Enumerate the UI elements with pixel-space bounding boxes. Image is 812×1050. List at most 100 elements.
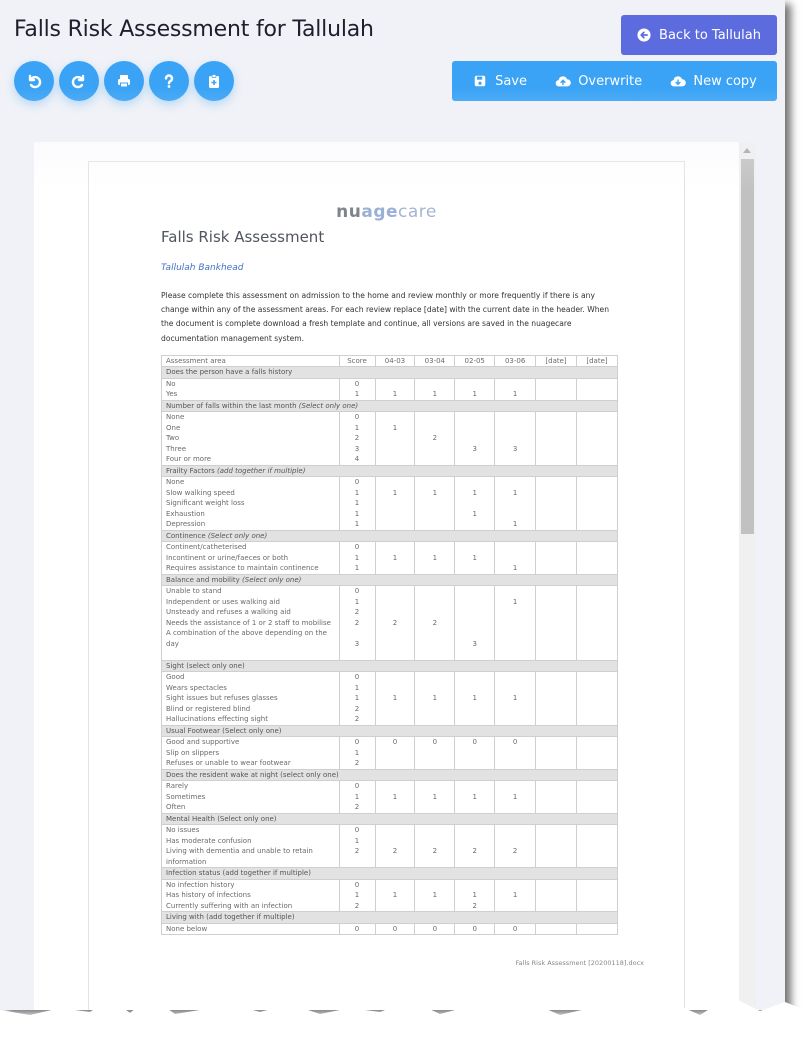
option-score: 2 [354,434,360,442]
review-column-cell[interactable]: 1 [374,411,416,466]
new-copy-button[interactable]: New copy [670,74,757,89]
review-score [419,714,450,725]
redo-button[interactable] [59,61,99,101]
review-column-cell[interactable]: 1 [454,780,496,814]
review-score: 1 [512,597,518,606]
review-column-cell[interactable] [535,411,577,466]
save-button[interactable]: Save [472,74,527,89]
review-column-cell[interactable]: 1 1 [494,476,537,531]
section-body-row: None One Two Three Four or more 0 1 2 3 4 1 2 3 3 [161,411,618,466]
review-column-cell[interactable]: 2 [414,411,456,466]
review-column-cell[interactable]: 0 [454,923,496,935]
review-column-cell[interactable]: 1 [414,541,456,575]
review-score [540,737,572,748]
logo-part-age: age [361,202,399,222]
undo-button[interactable] [14,61,54,101]
review-column-cell[interactable]: 1 [494,671,537,726]
review-column-cell[interactable]: 3 [454,585,496,661]
review-column-cell[interactable] [535,824,577,868]
review-score [499,714,531,725]
review-column-cell[interactable]: 2 [494,824,537,868]
document-scrollbar[interactable] [739,142,756,1010]
review-column-cell[interactable]: 1 [374,476,416,531]
review-column-cell[interactable]: 1 1 [454,476,496,531]
review-column-cell[interactable] [576,378,618,401]
scroll-up-arrow-icon[interactable] [743,148,751,153]
help-button[interactable] [149,61,189,101]
section-title: Balance and mobility (Select only one) [161,573,618,586]
review-score: 1 [432,694,438,702]
review-column-cell[interactable]: 0 [494,923,537,935]
option-label: Slip on slippers [166,748,220,757]
review-column-cell[interactable] [576,824,618,868]
review-column-cell[interactable]: 1 [414,378,456,401]
review-column-cell[interactable]: 0 [454,736,496,770]
review-column-cell[interactable] [535,923,577,935]
review-column-cell[interactable]: 1 [374,879,416,912]
review-column-cell[interactable]: 1 [414,780,456,814]
review-column-cell[interactable]: 1 [454,541,496,575]
review-column-cell[interactable] [576,671,618,726]
review-column-cell[interactable] [535,879,577,912]
clipboard-add-button[interactable] [194,61,234,101]
review-column-cell[interactable]: 0 [414,736,456,770]
review-column-cell[interactable] [576,585,618,661]
review-column-cell[interactable]: 1 [454,671,496,726]
review-column-cell[interactable]: 1 [414,879,456,912]
review-column-cell[interactable] [535,671,577,726]
review-column-cell[interactable]: 1 [414,476,456,531]
review-column-cell[interactable]: 1 [374,541,416,575]
review-column-cell[interactable]: 2 [374,824,416,868]
review-column-cell[interactable]: 1 [414,671,456,726]
review-column-cell[interactable]: 2 [414,824,456,868]
review-score: 0 [392,738,398,746]
review-column-cell[interactable]: 1 [494,879,537,912]
review-column-cell[interactable]: 0 [494,736,537,770]
review-column-cell[interactable]: 1 [374,378,416,401]
review-score: 2 [472,847,477,855]
review-column-cell[interactable] [535,780,577,814]
option-label: A combination of the above depending on … [166,629,327,648]
review-column-cell[interactable] [576,476,618,531]
review-column-cell[interactable]: 1 [494,378,537,401]
print-button[interactable] [104,61,144,101]
review-score [540,781,572,792]
option-score: 1 [354,390,360,398]
review-column-cell[interactable]: 2 [374,585,416,661]
back-to-resident-button[interactable]: Back to Tallulah [621,15,777,55]
review-score: 1 [512,792,518,801]
review-column-cell[interactable]: 1 [374,671,416,726]
review-column-cell[interactable]: 2 [414,585,456,661]
instructions-paragraph: Please complete this assessment on admis… [161,291,610,343]
review-column-cell[interactable] [576,879,618,912]
review-column-cell[interactable] [535,736,577,770]
review-column-cell[interactable] [576,780,618,814]
review-score [380,748,411,759]
review-column-cell[interactable] [535,378,577,401]
review-column-cell[interactable] [576,923,618,935]
review-score [540,792,572,803]
review-column-cell[interactable]: 1 [374,780,416,814]
review-column-cell[interactable]: 0 [374,923,416,935]
review-column-cell[interactable]: 1 [494,585,537,661]
review-column-cell[interactable] [576,411,618,466]
review-score [499,639,531,660]
review-column-cell[interactable]: 1 [494,541,537,575]
review-column-cell[interactable] [535,585,577,661]
review-column-cell[interactable]: 2 [454,824,496,868]
review-column-cell[interactable]: 3 [454,411,496,466]
review-score [540,714,572,725]
review-column-cell[interactable] [576,541,618,575]
review-column-cell[interactable]: 0 [374,736,416,770]
review-column-cell[interactable]: 1 [454,378,496,401]
review-column-cell[interactable] [576,736,618,770]
review-score [499,802,531,813]
scroll-thumb[interactable] [741,159,754,534]
review-column-cell[interactable]: 1 [494,780,537,814]
overwrite-button[interactable]: Overwrite [555,74,642,89]
review-column-cell[interactable]: 12 [454,879,496,912]
review-column-cell[interactable]: 3 [494,411,537,466]
review-column-cell[interactable]: 0 [414,923,456,935]
review-column-cell[interactable] [535,541,577,575]
review-column-cell[interactable] [535,476,577,531]
